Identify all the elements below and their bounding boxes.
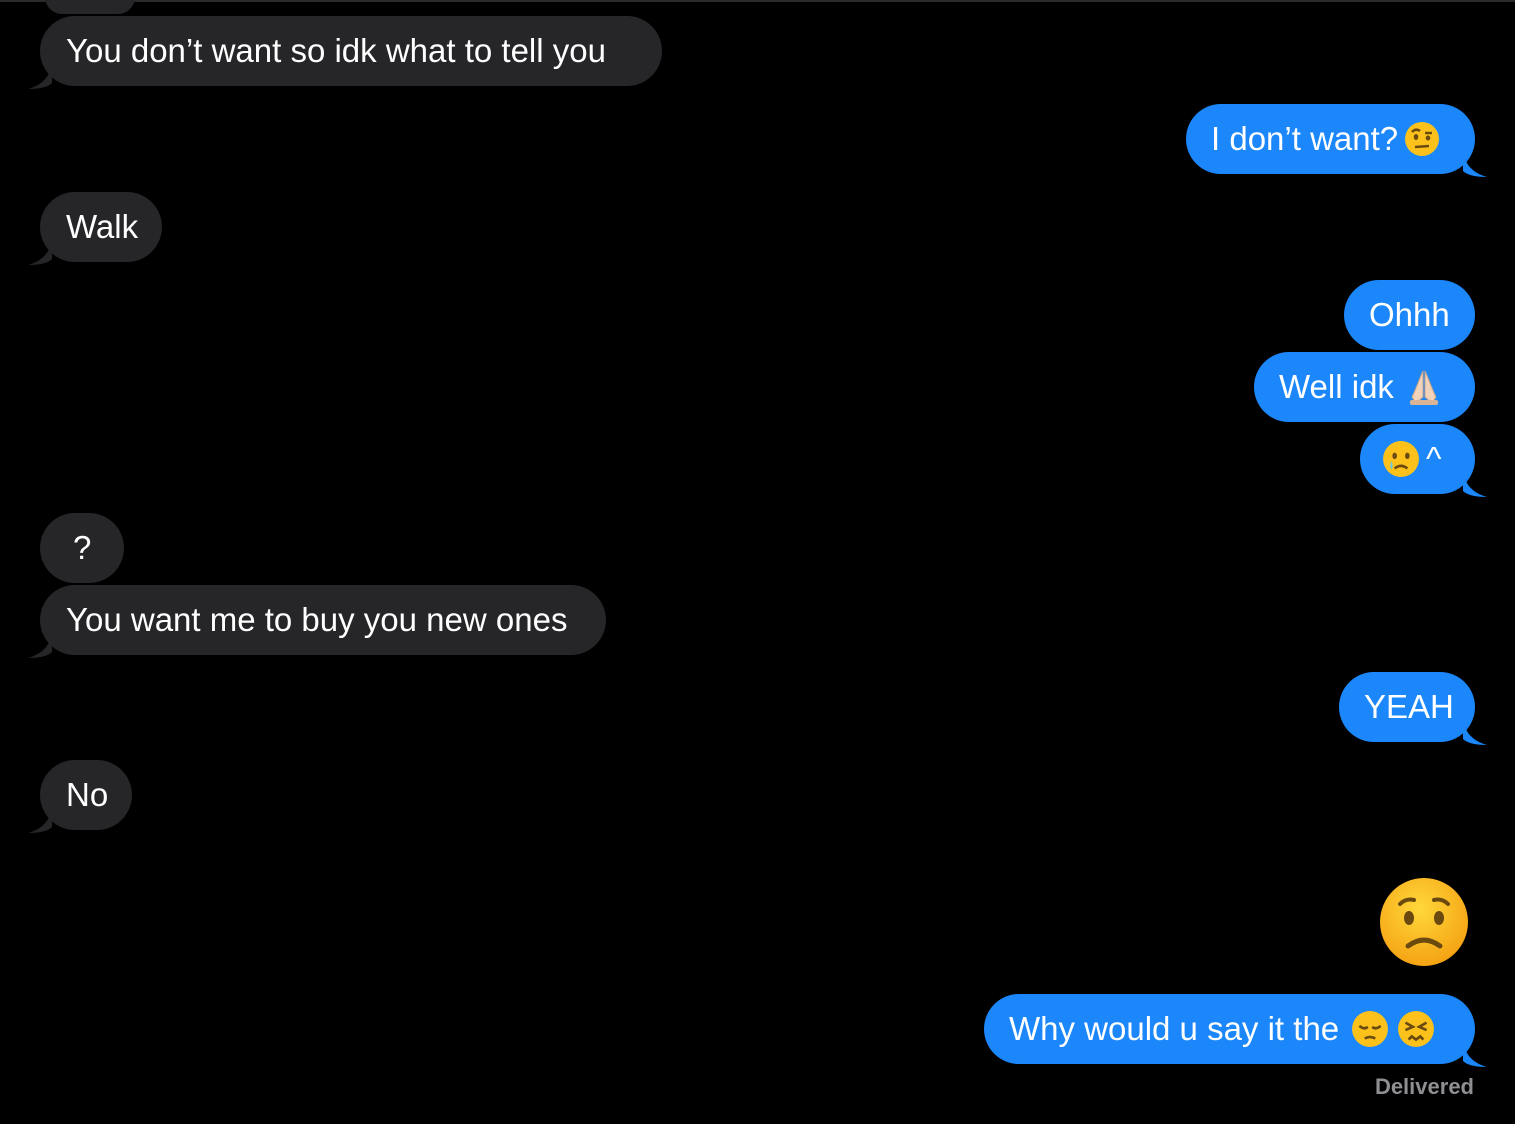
persevering-face-icon <box>1397 1010 1435 1048</box>
pensive-face-icon <box>1351 1010 1389 1048</box>
message-text: ^ <box>1426 440 1442 477</box>
message-bubble-sent[interactable]: Ohhh <box>1344 280 1475 350</box>
message-text: I don’t want? <box>1211 120 1399 157</box>
message-text: Walk <box>66 208 139 245</box>
bubble-tail <box>28 63 52 89</box>
message-bubble-received[interactable]: ? <box>40 513 124 583</box>
message-bubble-received[interactable]: No <box>28 760 132 833</box>
crying-face-icon <box>1382 440 1420 478</box>
message-bubble-sent[interactable]: Why would u say it the <box>984 994 1487 1067</box>
delivered-status: Delivered <box>1374 1074 1474 1099</box>
bubble-tail <box>1463 1041 1487 1067</box>
message-text: You don’t want so idk what to tell you <box>66 32 606 69</box>
face-with-raised-eyebrow-icon <box>1404 121 1440 157</box>
message-text: No <box>66 776 109 813</box>
message-bubble-received[interactable]: Walk <box>28 192 162 265</box>
bubble-tail <box>1463 151 1487 177</box>
message-bubble-sent[interactable]: Well idk <box>1254 352 1475 422</box>
message-text: ? <box>73 529 92 566</box>
worried-face-icon[interactable] <box>1378 876 1470 968</box>
folded-hands-icon <box>1404 367 1444 407</box>
top-divider <box>0 0 1515 2</box>
bubble-tail <box>28 239 52 265</box>
message-bubble-sent[interactable]: I don’t want? <box>1186 104 1487 177</box>
bubble-tail <box>1463 471 1487 497</box>
message-bubble-received[interactable]: You want me to buy you new ones <box>28 585 606 658</box>
message-text: Well idk <box>1279 368 1394 405</box>
bubble-tail <box>1463 719 1487 745</box>
message-text: Ohhh <box>1369 296 1450 333</box>
message-text: YEAH <box>1364 688 1454 725</box>
bubble-tail <box>28 807 52 833</box>
bubble-tail <box>28 632 52 658</box>
partial-message-bubble[interactable] <box>45 0 135 14</box>
message-bubble-received[interactable]: You don’t want so idk what to tell you <box>28 16 662 89</box>
message-bubble-sent[interactable]: YEAH <box>1339 672 1487 745</box>
message-text: Why would u say it the <box>1009 1010 1340 1047</box>
message-text: You want me to buy you new ones <box>66 601 568 638</box>
message-bubble-sent[interactable]: ^ <box>1360 424 1487 497</box>
